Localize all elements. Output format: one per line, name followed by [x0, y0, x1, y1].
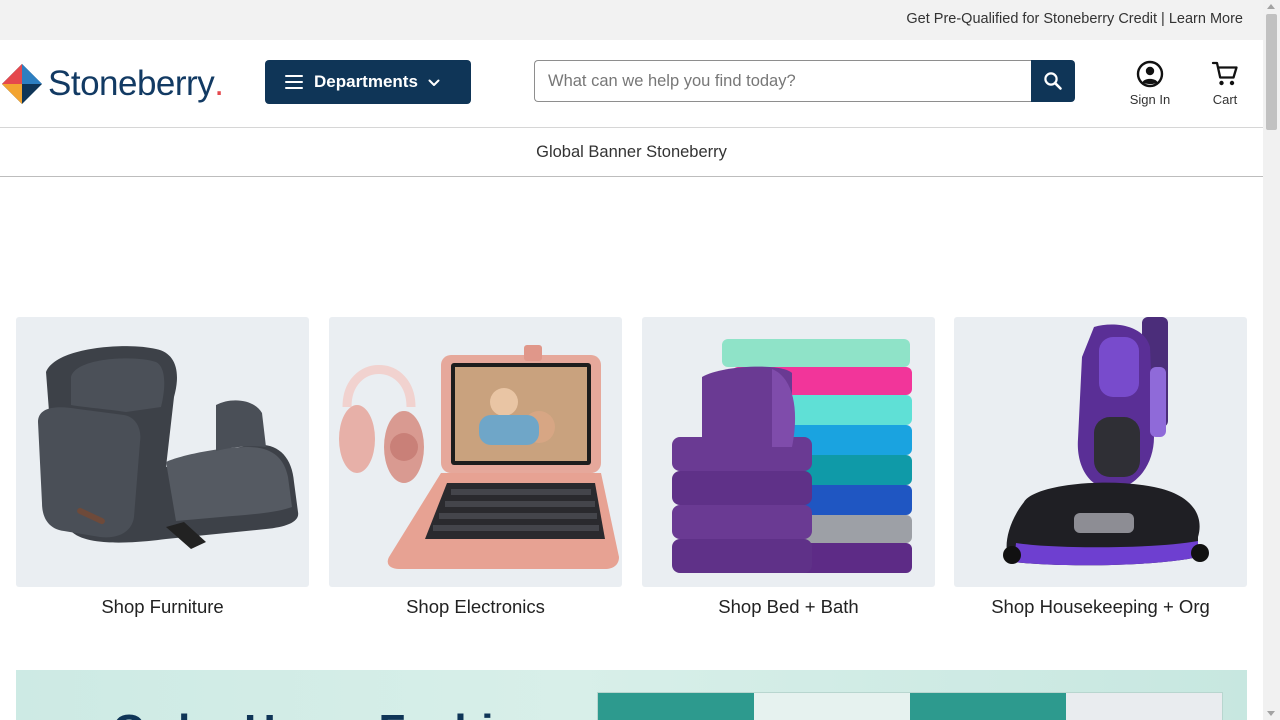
search-icon [1044, 72, 1062, 90]
category-label: Shop Furniture [101, 596, 224, 617]
stoneberry-logo[interactable]: Stoneberry. [0, 62, 224, 106]
banner-tile [598, 693, 754, 720]
sign-in-label: Sign In [1129, 92, 1171, 107]
logo-wordmark: Stoneberry [48, 64, 215, 103]
cart-link[interactable]: Cart [1203, 60, 1247, 107]
learn-more-link[interactable]: Learn More [1169, 11, 1243, 27]
scroll-down-arrow-icon[interactable] [1267, 711, 1275, 716]
departments-label: Departments [314, 72, 418, 91]
banner-image-strip [597, 692, 1223, 720]
category-card-furniture[interactable]: Shop Furniture [16, 317, 309, 618]
banner-headline: Order Home Fashions [112, 706, 572, 720]
search-input[interactable] [534, 60, 1032, 102]
towels-image [642, 317, 935, 587]
account-icon [1136, 60, 1164, 88]
cart-label: Cart [1212, 92, 1238, 107]
page-scrollbar[interactable] [1263, 0, 1280, 720]
departments-button[interactable]: Departments [265, 60, 471, 104]
sign-in-link[interactable]: Sign In [1127, 60, 1173, 107]
cart-icon [1211, 61, 1238, 86]
category-card-bed-bath[interactable]: Shop Bed + Bath [642, 317, 935, 618]
tablet-headphones-image [329, 317, 622, 587]
banner-tile [910, 693, 1066, 720]
scroll-up-arrow-icon[interactable] [1267, 4, 1275, 9]
banner-tile [1066, 693, 1222, 720]
vacuum-image [954, 317, 1247, 587]
category-card-housekeeping[interactable]: Shop Housekeeping + Org [954, 317, 1247, 618]
credit-promo[interactable]: Get Pre-Qualified for Stoneberry Credit … [906, 11, 1243, 27]
global-banner[interactable]: Global Banner Stoneberry [0, 128, 1263, 177]
search-bar [534, 60, 1075, 102]
category-label: Shop Bed + Bath [718, 596, 859, 617]
promo-separator: | [1157, 11, 1169, 27]
category-grid: Shop Furniture Shop Electronics Shop Bed… [16, 317, 1247, 627]
category-card-electronics[interactable]: Shop Electronics [329, 317, 622, 618]
recliner-image [16, 317, 309, 587]
banner-tile [754, 693, 910, 720]
prequalify-text: Get Pre-Qualified for Stoneberry Credit [906, 11, 1158, 27]
category-label: Shop Electronics [406, 596, 545, 617]
global-banner-text: Global Banner Stoneberry [536, 142, 727, 161]
prequalify-link[interactable]: Get Pre-Qualified for Stoneberry Credit … [906, 11, 1243, 27]
top-utility-bar: Get Pre-Qualified for Stoneberry Credit … [0, 0, 1263, 40]
logo-mark-icon [2, 64, 42, 104]
home-fashions-banner[interactable]: Order Home Fashions [16, 670, 1247, 720]
category-label: Shop Housekeeping + Org [991, 596, 1210, 617]
logo-dot: . [214, 64, 224, 103]
hamburger-icon [285, 75, 303, 89]
search-button[interactable] [1031, 60, 1075, 102]
site-header: Stoneberry. Departments Sign In [0, 40, 1263, 128]
scrollbar-thumb[interactable] [1266, 14, 1277, 130]
chevron-down-icon [428, 79, 440, 86]
